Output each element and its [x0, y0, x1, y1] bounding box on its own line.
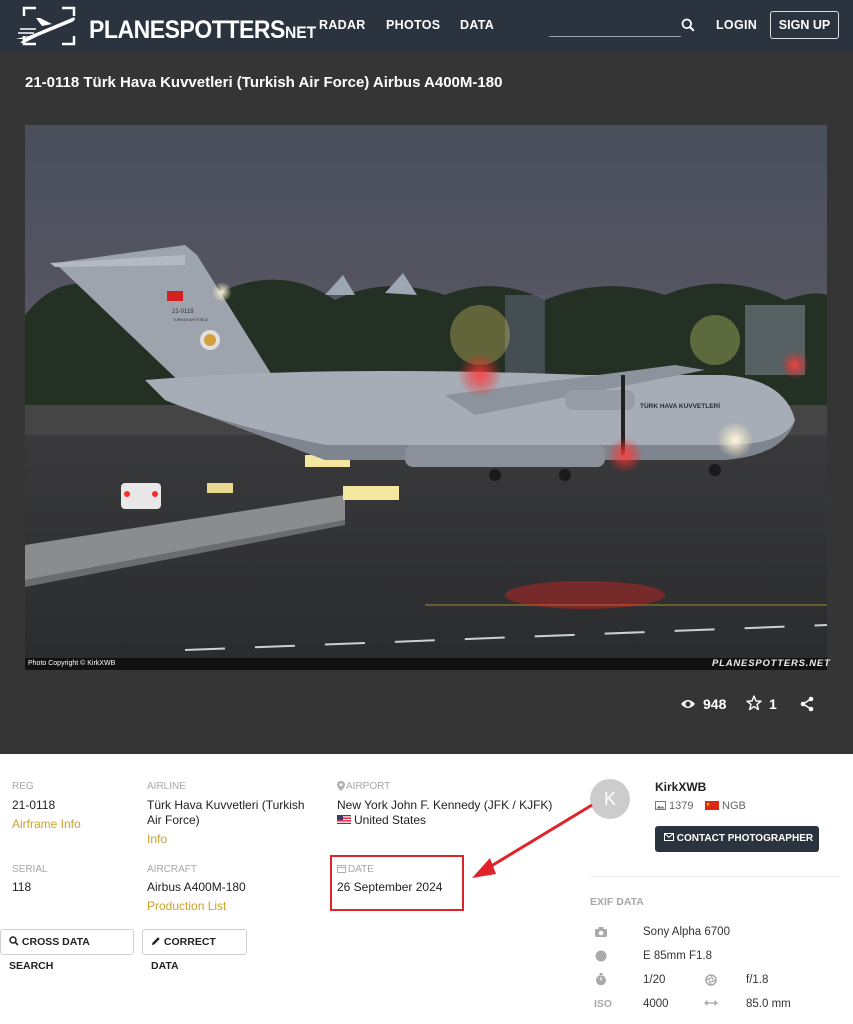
china-flag-icon — [705, 801, 719, 810]
aircraft-photo[interactable]: 21-0118 TURKISH AIR FORCE TÜRK HAVA KUVV… — [25, 125, 827, 670]
search-input[interactable] — [549, 16, 679, 36]
photo-watermark: PLANESPOTTERS.NET — [712, 658, 831, 669]
reg-label: REG — [12, 781, 34, 792]
search-icon — [9, 936, 19, 946]
airline-value-line1: Türk Hava Kuvvetleri (Turkish — [147, 798, 305, 812]
aircraft-value: Airbus A400M-180 — [147, 880, 246, 894]
logo-main-text: PLANESPOTTERS — [89, 16, 285, 44]
favorite-count: 1 — [769, 696, 777, 712]
logo-suffix: NET — [284, 23, 317, 42]
image-icon — [655, 801, 666, 810]
exif-aperture: f/1.8 — [746, 974, 769, 986]
reg-value: 21-0118 — [12, 798, 56, 812]
airline-info-link[interactable]: Info — [147, 832, 167, 846]
signup-button[interactable]: SIGN UP — [770, 11, 839, 39]
correct-data-label: CORRECT DATA — [151, 936, 216, 972]
airframe-info-link[interactable]: Airframe Info — [12, 817, 81, 831]
plane-logo-icon — [16, 6, 76, 46]
country-value: United States — [354, 813, 427, 827]
serial-label: SERIAL — [12, 864, 48, 875]
view-count: 948 — [703, 696, 727, 712]
fuselage-lettering: TÜRK HAVA KUVVETLERİ — [640, 401, 720, 410]
correct-data-button[interactable]: CORRECT DATA — [142, 929, 247, 972]
airline-value-line2: Air Force) — [147, 813, 200, 827]
photo-copyright: Photo Copyright © KirkXWB — [28, 660, 116, 667]
nav-link-radar[interactable]: RADAR — [319, 18, 366, 32]
contact-photographer-label: CONTACT PHOTOGRAPHER — [676, 833, 814, 844]
us-flag-icon — [337, 815, 351, 824]
top-navigation-bar: PLANESPOTTERSNET RADAR PHOTOS DATA LOGIN… — [0, 0, 853, 52]
eye-icon — [681, 700, 695, 708]
search-underline — [549, 36, 681, 37]
airport-value[interactable]: New York John F. Kennedy (JFK / KJFK) — [337, 798, 552, 813]
site-logo[interactable]: PLANESPOTTERSNET — [14, 6, 316, 46]
camera-icon — [595, 927, 607, 937]
login-link[interactable]: LOGIN — [716, 18, 757, 32]
nav-link-photos[interactable]: PHOTOS — [386, 18, 440, 32]
serial-value: 118 — [12, 880, 32, 894]
pencil-icon — [152, 937, 160, 945]
envelope-icon — [664, 833, 674, 841]
date-highlight-box — [330, 855, 464, 911]
photographer-name[interactable]: KirkXWB — [655, 780, 706, 795]
photo-count: 1379 — [669, 800, 694, 812]
aircraft-photo-image: 21-0118 TURKISH AIR FORCE TÜRK HAVA KUVV… — [25, 125, 827, 670]
aperture-icon — [705, 974, 717, 986]
iso-label: ISO — [594, 998, 613, 1010]
exif-lens: E 85mm F1.8 — [643, 950, 713, 962]
search-icon[interactable] — [681, 18, 695, 32]
contact-photographer-button[interactable]: CONTACT PHOTOGRAPHER — [655, 826, 819, 852]
airport-label: AIRPORT — [346, 781, 391, 792]
lens-icon — [595, 950, 607, 962]
nav-link-data[interactable]: DATA — [460, 18, 494, 32]
exif-divider — [590, 876, 840, 877]
photographer-location: NGB — [722, 800, 746, 812]
tail-registration: 21-0118 — [172, 309, 194, 315]
share-icon[interactable] — [800, 696, 814, 712]
exif-shutter: 1/20 — [643, 974, 666, 986]
exif-camera: Sony Alpha 6700 — [643, 926, 730, 938]
exif-iso: 4000 — [643, 998, 669, 1010]
aircraft-label: AIRCRAFT — [147, 864, 197, 875]
cross-data-search-button[interactable]: CROSS DATA SEARCH — [0, 929, 134, 972]
exif-focal-length: 85.0 mm — [746, 998, 791, 1010]
avatar[interactable]: K — [590, 779, 630, 819]
cross-data-search-label: CROSS DATA SEARCH — [9, 936, 90, 972]
logo-wordmark: PLANESPOTTERSNET — [89, 16, 316, 45]
stopwatch-icon — [596, 973, 606, 986]
production-list-link[interactable]: Production List — [147, 899, 226, 913]
map-pin-icon — [337, 781, 345, 791]
focal-length-icon — [704, 1000, 718, 1006]
page-title: 21-0118 Türk Hava Kuvvetleri (Turkish Ai… — [25, 74, 503, 91]
tail-subtitle: TURKISH AIR FORCE — [173, 318, 209, 322]
exif-heading: EXIF DATA — [590, 896, 644, 908]
airline-label: AIRLINE — [147, 781, 186, 792]
star-icon[interactable] — [746, 695, 762, 711]
